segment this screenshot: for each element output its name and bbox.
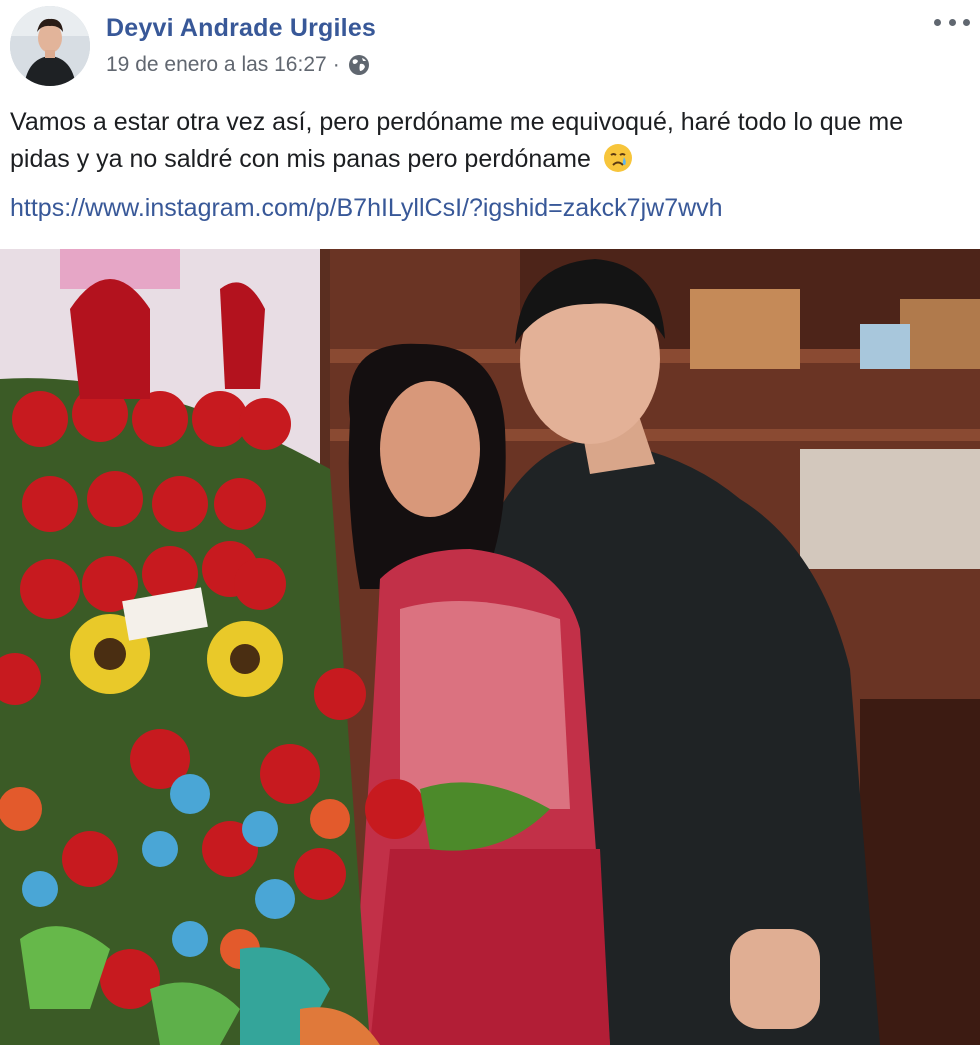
crying-face-emoji-icon bbox=[602, 142, 634, 174]
facebook-post: Deyvi Andrade Urgiles 19 de enero a las … bbox=[0, 0, 980, 1060]
post-footer-spacer bbox=[0, 1045, 980, 1060]
globe-icon[interactable] bbox=[348, 54, 370, 76]
post-header: Deyvi Andrade Urgiles 19 de enero a las … bbox=[0, 0, 980, 100]
meta-separator: · bbox=[332, 53, 340, 76]
post-timestamp[interactable]: 19 de enero a las 16:27 bbox=[106, 53, 327, 77]
post-meta: 19 de enero a las 16:27 · bbox=[106, 53, 370, 77]
instagram-link[interactable]: https://www.instagram.com/p/B7hILyllCsI/… bbox=[10, 194, 723, 223]
author-name[interactable]: Deyvi Andrade Urgiles bbox=[106, 14, 376, 43]
more-options-icon[interactable] bbox=[934, 8, 970, 36]
author-avatar[interactable] bbox=[10, 6, 90, 86]
post-message: Vamos a estar otra vez así, pero perdóna… bbox=[10, 108, 904, 173]
post-photo[interactable] bbox=[0, 249, 980, 1045]
post-text: Vamos a estar otra vez así, pero perdóna… bbox=[10, 104, 960, 178]
